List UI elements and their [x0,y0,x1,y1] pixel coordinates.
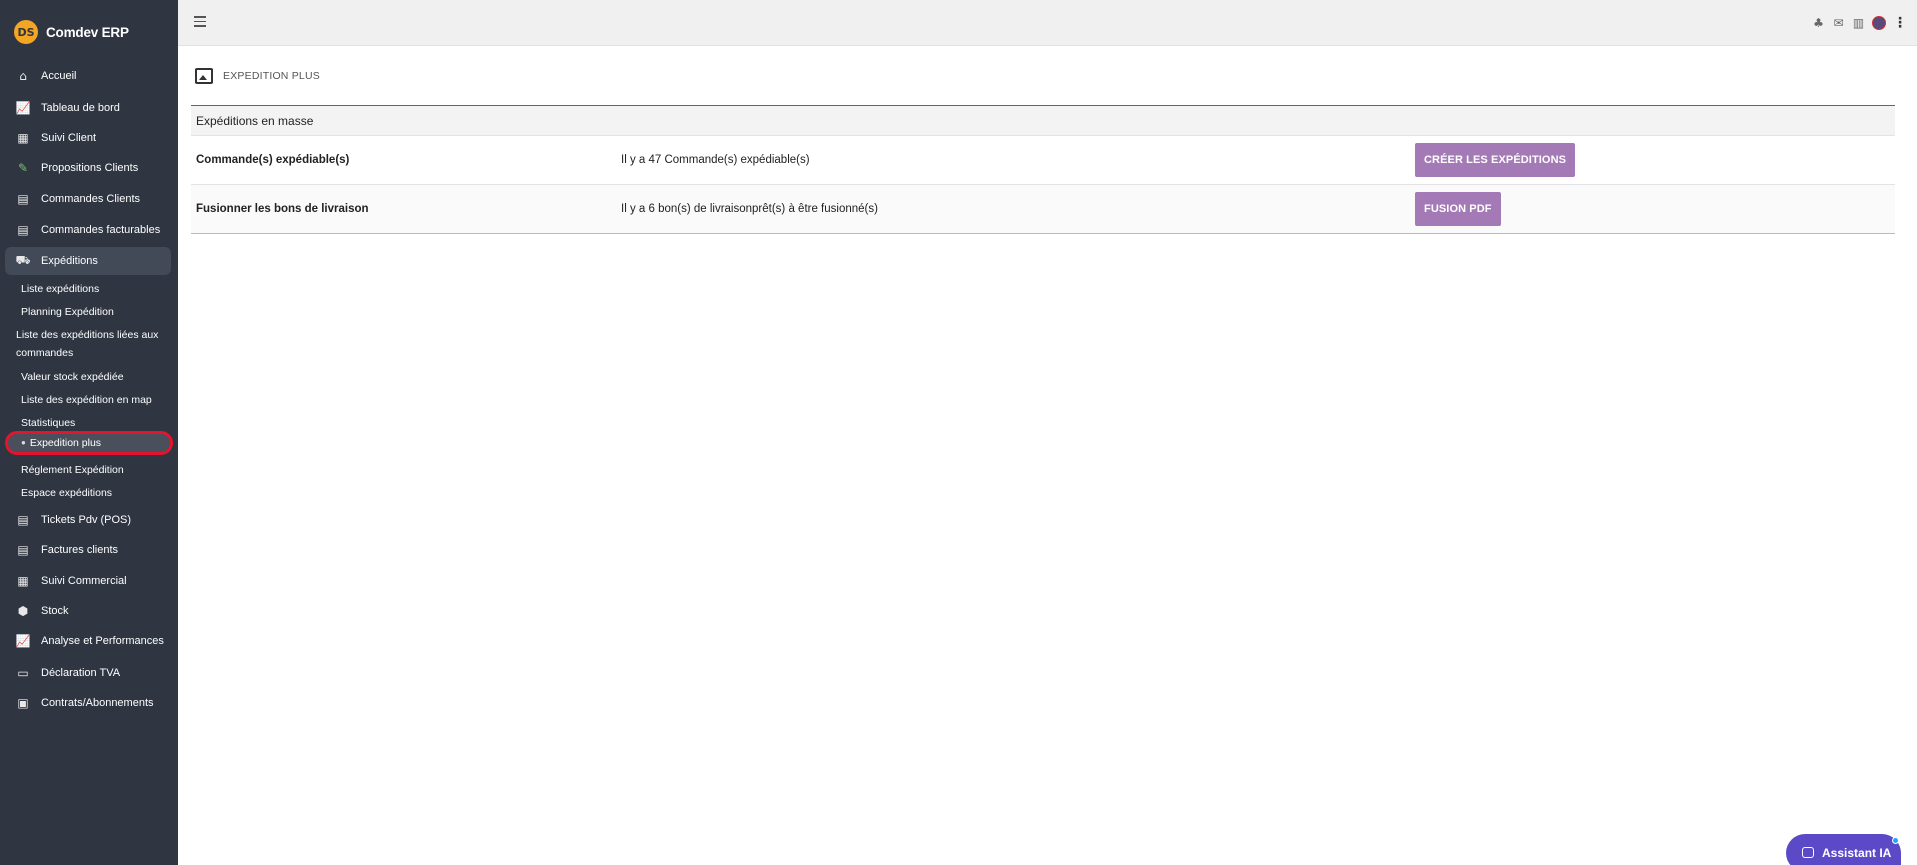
robot-icon [1802,847,1814,858]
sidebar-item-label: Propositions Clients [41,162,139,174]
sidebar-item-label: Commandes Clients [41,193,141,205]
sidebar-item-label: Contrats/Abonnements [41,697,154,709]
briefcase-icon: ▣ [17,696,29,710]
sidebar-item-label: Tableau de bord [41,102,120,114]
file-icon: ▤ [17,223,29,237]
brand[interactable]: DS Comdev ERP [14,19,129,45]
file-icon: ▤ [17,543,29,557]
submenu-liste-expedition-map[interactable]: Liste des expédition en map [21,391,171,409]
money-icon: ▭ [17,666,29,680]
sidebar-item-label: Suivi Client [41,132,97,144]
sidebar-item-label: Accueil [41,70,77,82]
image-icon [195,68,213,84]
sidebar-item-accueil[interactable]: ⌂ Accueil [5,62,171,90]
sidebar-item-declaration-tva[interactable]: ▭ Déclaration TVA [5,659,171,687]
table-row: Commande(s) expédiable(s) Il y a 47 Comm… [191,136,1895,185]
sidebar-item-label: Tickets Pdv (POS) [41,514,132,526]
mass-expedition-table: Expéditions en masse Commande(s) expédia… [191,105,1895,234]
sidebar-item-label: Stock [41,605,69,617]
table-header: Expéditions en masse [191,106,1895,136]
bullet-icon: ● [21,438,26,447]
row-label: Commande(s) expédiable(s) [196,154,350,166]
sidebar-item-commandes-facturables[interactable]: ▤ Commandes facturables [5,216,171,244]
sidebar-item-tickets-pdv[interactable]: ▤ Tickets Pdv (POS) [5,506,171,534]
app-logo-icon: DS [14,20,38,44]
file-edit-icon: ✎ [17,161,29,175]
submenu-expedition-plus[interactable]: ● Expedition plus [5,431,173,455]
home-icon: ⌂ [19,69,27,83]
sidebar-item-analyse-performances[interactable]: 📈 Analyse et Performances [5,627,171,655]
sidebar-item-propositions-clients[interactable]: ✎ Propositions Clients [5,154,171,182]
row-info: Il y a 47 Commande(s) expédiable(s) [621,154,810,166]
sidebar-item-suivi-client[interactable]: ▦ Suivi Client [5,124,171,152]
app-name: Comdev ERP [46,24,129,40]
sidebar-item-label: Analyse et Performances [41,635,164,647]
fusion-pdf-cell: FUSION PDF [1415,192,1501,226]
more-options-icon[interactable]: ⋮ [1893,15,1907,31]
submenu-planning-expedition[interactable]: Planning Expédition [21,303,171,321]
sidebar-item-label: Expéditions [41,255,98,267]
page-header: EXPEDITION PLUS [195,68,320,84]
row-label: Fusionner les bons de livraison [196,203,369,215]
sidebar-item-label: Déclaration TVA [41,667,121,679]
user-avatar[interactable] [1872,16,1886,30]
chart-line-icon: 📈 [15,634,31,648]
building-icon: ▦ [17,574,29,588]
hamburger-menu-icon[interactable] [194,16,206,27]
fusion-pdf-button[interactable]: FUSION PDF [1415,192,1501,226]
create-expeditions-cell: CRÉER LES EXPÉDITIONS [1415,143,1576,177]
sidebar-item-commandes-clients[interactable]: ▤ Commandes Clients [5,185,171,213]
submenu-statistiques[interactable]: Statistiques [21,414,171,432]
file-icon: ▤ [17,513,29,527]
top-bar: ♣ ✉ ▥ ⋮ [178,0,1917,46]
sidebar-item-label: Suivi Commercial [41,575,127,587]
sidebar-item-suivi-commercial[interactable]: ▦ Suivi Commercial [5,567,171,595]
clipboard-icon[interactable]: ▥ [1852,16,1865,30]
notification-icon[interactable]: ♣ [1812,16,1825,30]
building-icon: ▦ [17,131,29,145]
sidebar-item-label: Commandes facturables [41,224,161,236]
sidebar-item-label: Factures clients [41,544,119,556]
dolly-icon: ⛟ [15,253,31,267]
online-indicator [1892,837,1899,844]
submenu-liste-expeditions-commandes[interactable]: Liste des expéditions liées aux commande… [16,326,171,362]
submenu-valeur-stock-expediee[interactable]: Valeur stock expédiée [21,368,171,386]
submenu-label: Expedition plus [29,437,102,449]
sidebar-item-stock[interactable]: ⬢ Stock [5,597,171,625]
sidebar: DS Comdev ERP ⌂ Accueil 📈 Tableau de bor… [0,0,178,865]
table-row: Fusionner les bons de livraison Il y a 6… [191,185,1895,234]
box-icon: ⬢ [17,604,29,618]
sidebar-item-tableau-de-bord[interactable]: 📈 Tableau de bord [5,94,171,122]
create-expeditions-button[interactable]: CRÉER LES EXPÉDITIONS [1415,143,1576,177]
assistant-ia-button[interactable]: Assistant IA [1786,834,1901,865]
submenu-liste-expeditions[interactable]: Liste expéditions [21,280,171,298]
top-icons: ♣ ✉ ▥ ⋮ [1812,15,1907,31]
submenu-espace-expeditions[interactable]: Espace expéditions [21,484,171,502]
chart-line-icon: 📈 [15,101,31,115]
file-icon: ▤ [17,192,29,206]
submenu-reglement-expedition[interactable]: Réglement Expédition [21,461,171,479]
assistant-label: Assistant IA [1822,846,1892,860]
page-title: EXPEDITION PLUS [223,70,320,82]
sidebar-item-contrats-abonnements[interactable]: ▣ Contrats/Abonnements [5,689,171,717]
chat-icon[interactable]: ✉ [1832,16,1845,30]
row-info: Il y a 6 bon(s) de livraisonprêt(s) à êt… [621,203,878,215]
sidebar-item-factures-clients[interactable]: ▤ Factures clients [5,536,171,564]
sidebar-item-expeditions[interactable]: ⛟ Expéditions [5,247,171,275]
